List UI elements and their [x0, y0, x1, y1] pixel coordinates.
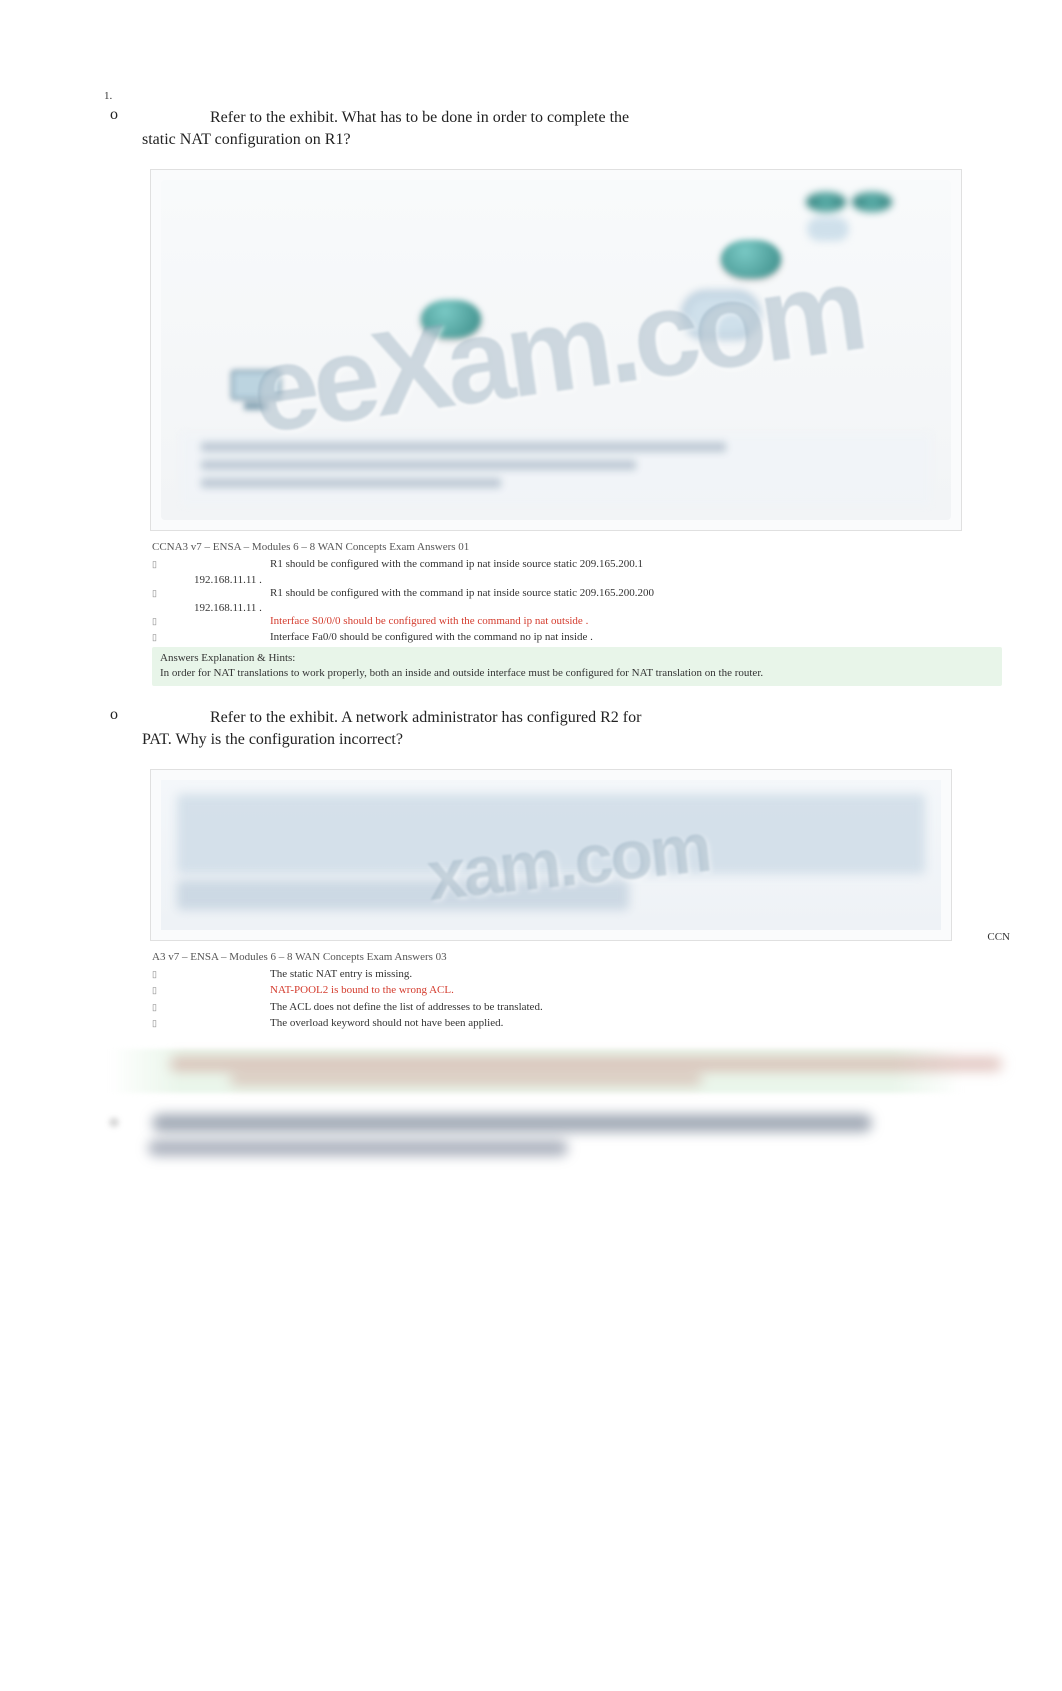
- question-stem-line1: Refer to the exhibit. A network administ…: [150, 706, 641, 729]
- bullet-icon: ▯: [152, 558, 160, 571]
- list-marker-blurred: o: [110, 1113, 148, 1131]
- answer-option: ▯ The static NAT entry is missing.: [152, 967, 962, 982]
- blurred-explanation-row: [110, 1049, 962, 1093]
- answer-option: ▯ The ACL does not define the list of ad…: [152, 1000, 962, 1015]
- question-stem-line2: PAT. Why is the configuration incorrect?: [110, 731, 962, 749]
- option-text: R1 should be configured with the command…: [160, 586, 962, 601]
- option-text: Interface Fa0/0 should be configured wit…: [160, 630, 962, 645]
- answer-option: ▯ R1 should be configured with the comma…: [152, 557, 962, 572]
- bullet-icon: ▯: [152, 631, 160, 644]
- bullet-icon: ▯: [152, 968, 160, 981]
- answer-option: ▯ Interface Fa0/0 should be configured w…: [152, 630, 962, 645]
- question-stem-line1: Refer to the exhibit. What has to be don…: [150, 106, 629, 129]
- question-stem-row: o Refer to the exhibit. What has to be d…: [110, 106, 962, 129]
- answer-options-1: ▯ R1 should be configured with the comma…: [152, 557, 962, 646]
- answers-title: Answers Explanation & Hints:: [160, 651, 994, 666]
- exhibit-image-2: xam.com: [150, 769, 952, 941]
- exhibit-caption-2: A3 v7 – ENSA – Modules 6 – 8 WAN Concept…: [152, 951, 962, 963]
- answer-option: ▯ The overload keyword should not have b…: [152, 1016, 962, 1031]
- option-text-correct: Interface S0/0/0 should be configured wi…: [160, 614, 962, 629]
- answer-option: ▯ R1 should be configured with the comma…: [152, 586, 962, 601]
- bullet-icon: ▯: [152, 1017, 160, 1030]
- option-text-wrap: 192.168.11.11 .: [152, 574, 962, 586]
- answer-option: ▯ NAT-POOL2 is bound to the wrong ACL.: [152, 983, 962, 998]
- list-marker: o: [110, 706, 150, 724]
- answers-body: In order for NAT translations to work pr…: [160, 666, 994, 681]
- question-1: 1. o Refer to the exhibit. What has to b…: [110, 90, 962, 686]
- blurred-text-line: [148, 1140, 568, 1156]
- bullet-icon: ▯: [152, 1001, 160, 1014]
- caption-right-fragment: CCN: [987, 931, 1010, 943]
- option-text-wrap: 192.168.11.11 .: [152, 602, 962, 614]
- option-text-correct: NAT-POOL2 is bound to the wrong ACL.: [160, 983, 962, 998]
- question-stem-line2: static NAT configuration on R1?: [110, 131, 962, 149]
- question-2: o Refer to the exhibit. A network admini…: [110, 706, 962, 1094]
- question-number: 1.: [104, 90, 962, 102]
- exhibit-image-1: eeXam.com: [150, 169, 962, 531]
- list-marker: o: [110, 106, 150, 124]
- answer-option: ▯ Interface S0/0/0 should be configured …: [152, 614, 962, 629]
- bullet-icon: ▯: [152, 587, 160, 600]
- bullet-icon: ▯: [152, 984, 160, 997]
- option-text: The overload keyword should not have bee…: [160, 1016, 962, 1031]
- blurred-text-line: [152, 1114, 872, 1132]
- question-3-blurred: o: [110, 1113, 962, 1155]
- answer-options-2: ▯ The static NAT entry is missing. ▯ NAT…: [152, 967, 962, 1032]
- option-text: R1 should be configured with the command…: [160, 557, 962, 572]
- topology-corner-icon: [803, 192, 933, 228]
- exhibit-caption-1: CCNA3 v7 – ENSA – Modules 6 – 8 WAN Conc…: [152, 541, 962, 553]
- bullet-icon: ▯: [152, 615, 160, 628]
- watermark-text: eeXam.com: [243, 239, 869, 461]
- answers-explanation-box: Answers Explanation & Hints: In order fo…: [152, 647, 1002, 686]
- option-text: The ACL does not define the list of addr…: [160, 1000, 962, 1015]
- question-stem-row: o Refer to the exhibit. A network admini…: [110, 706, 962, 729]
- option-text: The static NAT entry is missing.: [160, 967, 962, 982]
